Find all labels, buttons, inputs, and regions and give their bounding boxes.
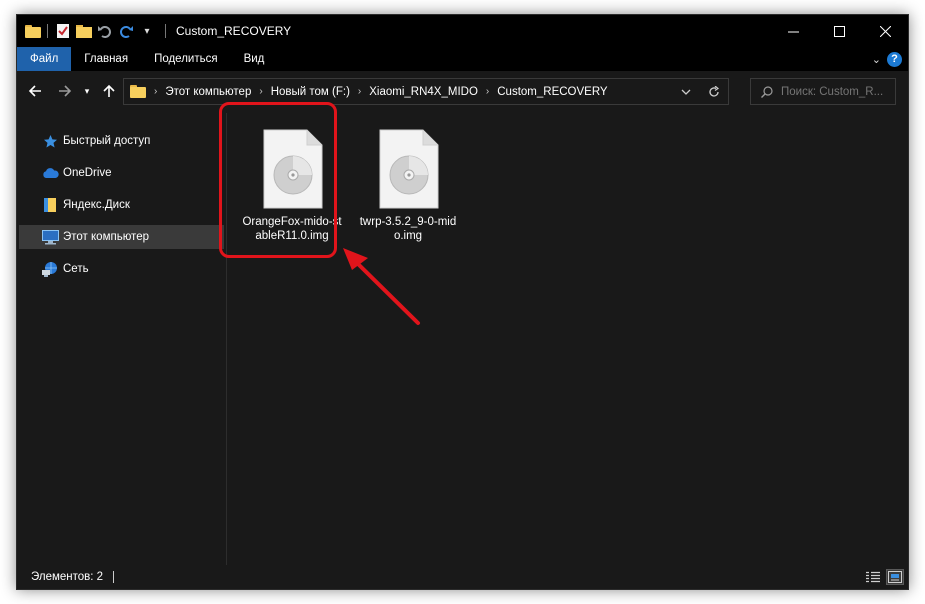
file-name: twrp-3.5.2_9-0-mido.img: [359, 216, 457, 242]
navigation-bar: ▾ › Этот компьютер › Новый том (F:) › Xi…: [17, 71, 908, 113]
star-icon: [41, 133, 59, 149]
large-icons-view-icon[interactable]: [886, 569, 904, 585]
search-box[interactable]: [750, 78, 896, 105]
recent-locations-button[interactable]: ▾: [81, 81, 93, 101]
toolbar-separator: [47, 24, 48, 38]
sidebar-item-network[interactable]: Сеть: [19, 257, 224, 281]
breadcrumb-current-folder[interactable]: Custom_RECOVERY: [497, 86, 607, 98]
refresh-button[interactable]: [700, 79, 728, 104]
sidebar-item-label: Яндекс.Диск: [63, 199, 130, 211]
address-history-dropdown[interactable]: [672, 79, 700, 104]
navigation-pane: Быстрый доступ OneDrive Яндекс.Диск Этот…: [17, 113, 227, 565]
redo-icon[interactable]: [117, 22, 135, 40]
help-icon[interactable]: ?: [887, 51, 902, 67]
breadcrumb-folder[interactable]: Xiaomi_RN4X_MIDO: [369, 86, 478, 98]
chevron-right-icon[interactable]: ›: [486, 86, 489, 97]
up-button[interactable]: [99, 81, 119, 101]
expand-ribbon-icon[interactable]: ⌄: [872, 53, 881, 66]
maximize-button[interactable]: [816, 15, 862, 47]
sidebar-item-label: Быстрый доступ: [63, 135, 151, 147]
title-bar: ▾ Custom_RECOVERY: [17, 15, 908, 47]
chevron-right-icon[interactable]: ›: [259, 86, 262, 97]
details-view-icon[interactable]: [864, 569, 882, 585]
sidebar-item-onedrive[interactable]: OneDrive: [19, 161, 224, 185]
folder-icon: [25, 24, 41, 38]
back-button[interactable]: [25, 81, 45, 101]
tab-share[interactable]: Поделиться: [141, 47, 231, 71]
chevron-right-icon[interactable]: ›: [154, 86, 157, 97]
file-item[interactable]: twrp-3.5.2_9-0-mido.img: [360, 125, 456, 255]
sidebar-item-label: OneDrive: [63, 167, 112, 179]
explorer-window: ▾ Custom_RECOVERY Файл Главная Поделитьс…: [16, 14, 909, 590]
sidebar-item-label: Сеть: [63, 263, 89, 275]
status-bar: Элементов: 2: [17, 565, 908, 589]
computer-icon: [41, 229, 59, 245]
window-title: Custom_RECOVERY: [176, 24, 292, 38]
properties-icon[interactable]: [54, 22, 72, 40]
sidebar-item-this-pc[interactable]: Этот компьютер: [19, 225, 224, 249]
forward-button[interactable]: [55, 81, 75, 101]
breadcrumb-this-pc[interactable]: Этот компьютер: [165, 86, 251, 98]
sidebar-item-label: Этот компьютер: [63, 231, 149, 243]
status-separator: [113, 571, 115, 583]
sidebar-item-yandex-disk[interactable]: Яндекс.Диск: [19, 193, 224, 217]
new-folder-icon[interactable]: [75, 22, 93, 40]
highlight-frame: [219, 102, 337, 258]
address-bar-controls: [672, 79, 728, 104]
view-switcher: [864, 569, 904, 585]
minimize-button[interactable]: [770, 15, 816, 47]
cloud-icon: [41, 165, 59, 181]
quick-access-toolbar: ▾: [17, 15, 172, 47]
tab-home[interactable]: Главная: [71, 47, 141, 71]
ribbon-right-controls: ⌄ ?: [872, 47, 902, 71]
customize-toolbar-icon[interactable]: ▾: [138, 22, 156, 40]
sidebar-item-quick-access[interactable]: Быстрый доступ: [19, 129, 224, 153]
folder-icon: [130, 85, 146, 98]
disc-image-icon: [379, 129, 439, 209]
window-controls: [770, 15, 908, 47]
close-button[interactable]: [862, 15, 908, 47]
tab-file[interactable]: Файл: [17, 47, 72, 71]
item-count: Элементов: 2: [31, 571, 104, 583]
address-bar[interactable]: › Этот компьютер › Новый том (F:) › Xiao…: [123, 78, 729, 105]
breadcrumb-drive[interactable]: Новый том (F:): [271, 86, 350, 98]
undo-icon[interactable]: [96, 22, 114, 40]
yandex-disk-icon: [41, 197, 59, 213]
search-input[interactable]: [781, 85, 891, 98]
ribbon-tabs: Файл Главная Поделиться Вид ⌄ ?: [17, 47, 908, 71]
search-icon: [761, 85, 773, 98]
tab-view[interactable]: Вид: [231, 47, 278, 71]
chevron-right-icon[interactable]: ›: [358, 86, 361, 97]
toolbar-separator: [165, 24, 166, 38]
network-icon: [41, 261, 59, 277]
